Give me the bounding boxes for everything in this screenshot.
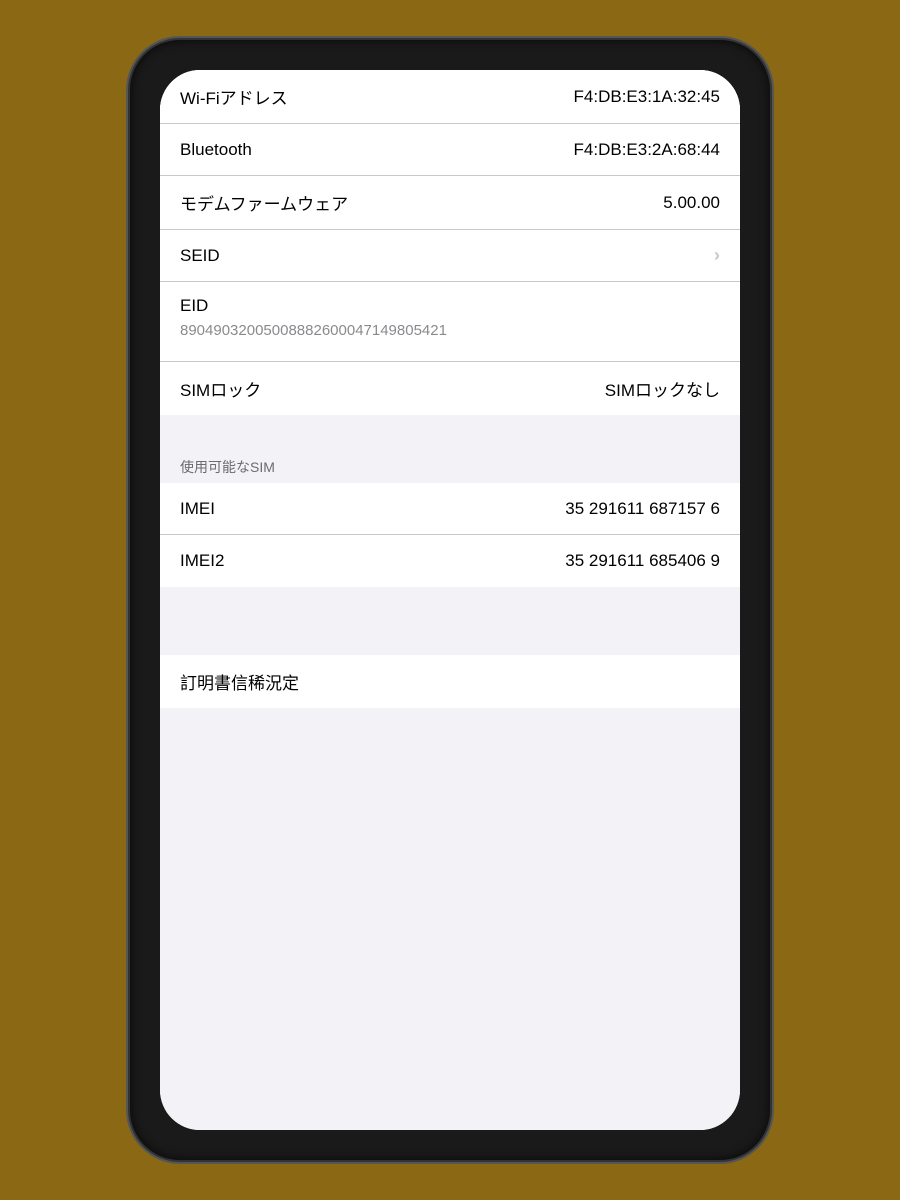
bluetooth-label: Bluetooth bbox=[180, 140, 252, 160]
modem-firmware-row: モデムファームウェア 5.00.00 bbox=[160, 176, 740, 230]
divider-sim bbox=[160, 415, 740, 449]
modem-firmware-value: 5.00.00 bbox=[663, 193, 720, 213]
sim-lock-row: SIMロック SIMロックなし bbox=[160, 362, 740, 415]
bottom-section: 訂明書信稀況定 bbox=[160, 655, 740, 708]
eid-label: EID bbox=[180, 296, 208, 316]
eid-row: EID 89049032005008882600047149805421 bbox=[160, 282, 740, 362]
wifi-address-label: Wi-Fiアドレス bbox=[180, 84, 288, 109]
bottom-label-row: 訂明書信稀況定 bbox=[160, 655, 740, 708]
wifi-address-value: F4:DB:E3:1A:32:45 bbox=[574, 87, 720, 107]
imei-row: IMEI 35 291611 687157 6 bbox=[160, 483, 740, 535]
bluetooth-row: Bluetooth F4:DB:E3:2A:68:44 bbox=[160, 124, 740, 176]
settings-list: Wi-Fiアドレス F4:DB:E3:1A:32:45 Bluetooth F4… bbox=[160, 70, 740, 1130]
imei2-label: IMEI2 bbox=[180, 551, 224, 571]
seid-chevron-group: › bbox=[708, 245, 720, 266]
imei-value: 35 291611 687157 6 bbox=[565, 499, 720, 519]
sim-section-header: 使用可能なSIM bbox=[160, 449, 740, 483]
imei2-value: 35 291611 685406 9 bbox=[565, 551, 720, 571]
imei2-row: IMEI2 35 291611 685406 9 bbox=[160, 535, 740, 587]
phone-frame: Wi-Fiアドレス F4:DB:E3:1A:32:45 Bluetooth F4… bbox=[130, 40, 770, 1160]
phone-screen: Wi-Fiアドレス F4:DB:E3:1A:32:45 Bluetooth F4… bbox=[160, 70, 740, 1130]
eid-value: 89049032005008882600047149805421 bbox=[180, 320, 447, 341]
seid-row[interactable]: SEID › bbox=[160, 230, 740, 282]
chevron-right-icon: › bbox=[714, 245, 720, 266]
bottom-section-label: 訂明書信稀況定 bbox=[180, 669, 299, 694]
modem-firmware-label: モデムファームウェア bbox=[180, 190, 348, 215]
wifi-address-row: Wi-Fiアドレス F4:DB:E3:1A:32:45 bbox=[160, 70, 740, 124]
bluetooth-value: F4:DB:E3:2A:68:44 bbox=[574, 140, 720, 160]
divider-bottom2 bbox=[160, 621, 740, 655]
divider-bottom bbox=[160, 587, 740, 621]
info-section: Wi-Fiアドレス F4:DB:E3:1A:32:45 Bluetooth F4… bbox=[160, 70, 740, 415]
imei-section: IMEI 35 291611 687157 6 IMEI2 35 291611 … bbox=[160, 483, 740, 587]
sim-lock-label: SIMロック bbox=[180, 376, 261, 401]
sim-lock-value: SIMロックなし bbox=[605, 376, 720, 401]
imei-label: IMEI bbox=[180, 499, 215, 519]
sim-section-header-text: 使用可能なSIM bbox=[180, 459, 275, 475]
seid-label: SEID bbox=[180, 246, 220, 266]
